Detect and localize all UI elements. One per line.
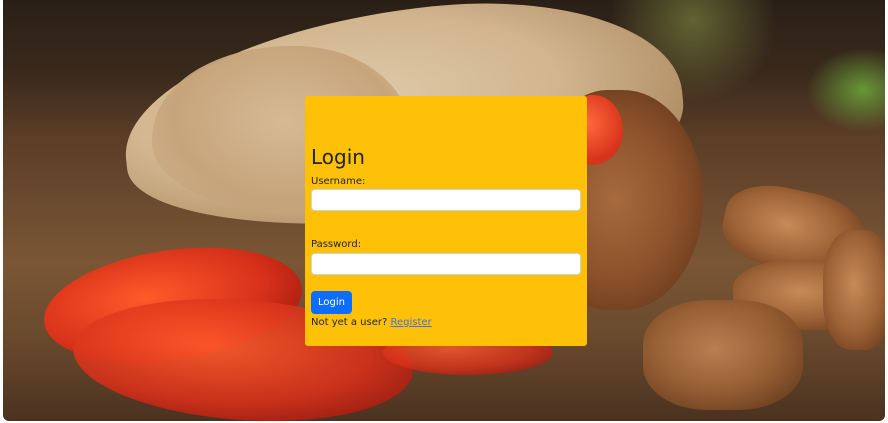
login-title: Login (311, 145, 365, 169)
page: Login Username: Password: Login Not yet … (0, 0, 888, 423)
password-input[interactable] (311, 253, 581, 275)
login-button[interactable]: Login (311, 291, 352, 314)
background-meat (823, 230, 885, 350)
register-prompt-line: Not yet a user? Register (311, 317, 432, 328)
username-input[interactable] (311, 189, 581, 211)
register-link[interactable]: Register (390, 317, 431, 328)
username-label: Username: (311, 176, 366, 187)
password-label: Password: (311, 239, 362, 250)
background-meat (643, 300, 803, 410)
register-prompt-text: Not yet a user? (311, 317, 388, 328)
